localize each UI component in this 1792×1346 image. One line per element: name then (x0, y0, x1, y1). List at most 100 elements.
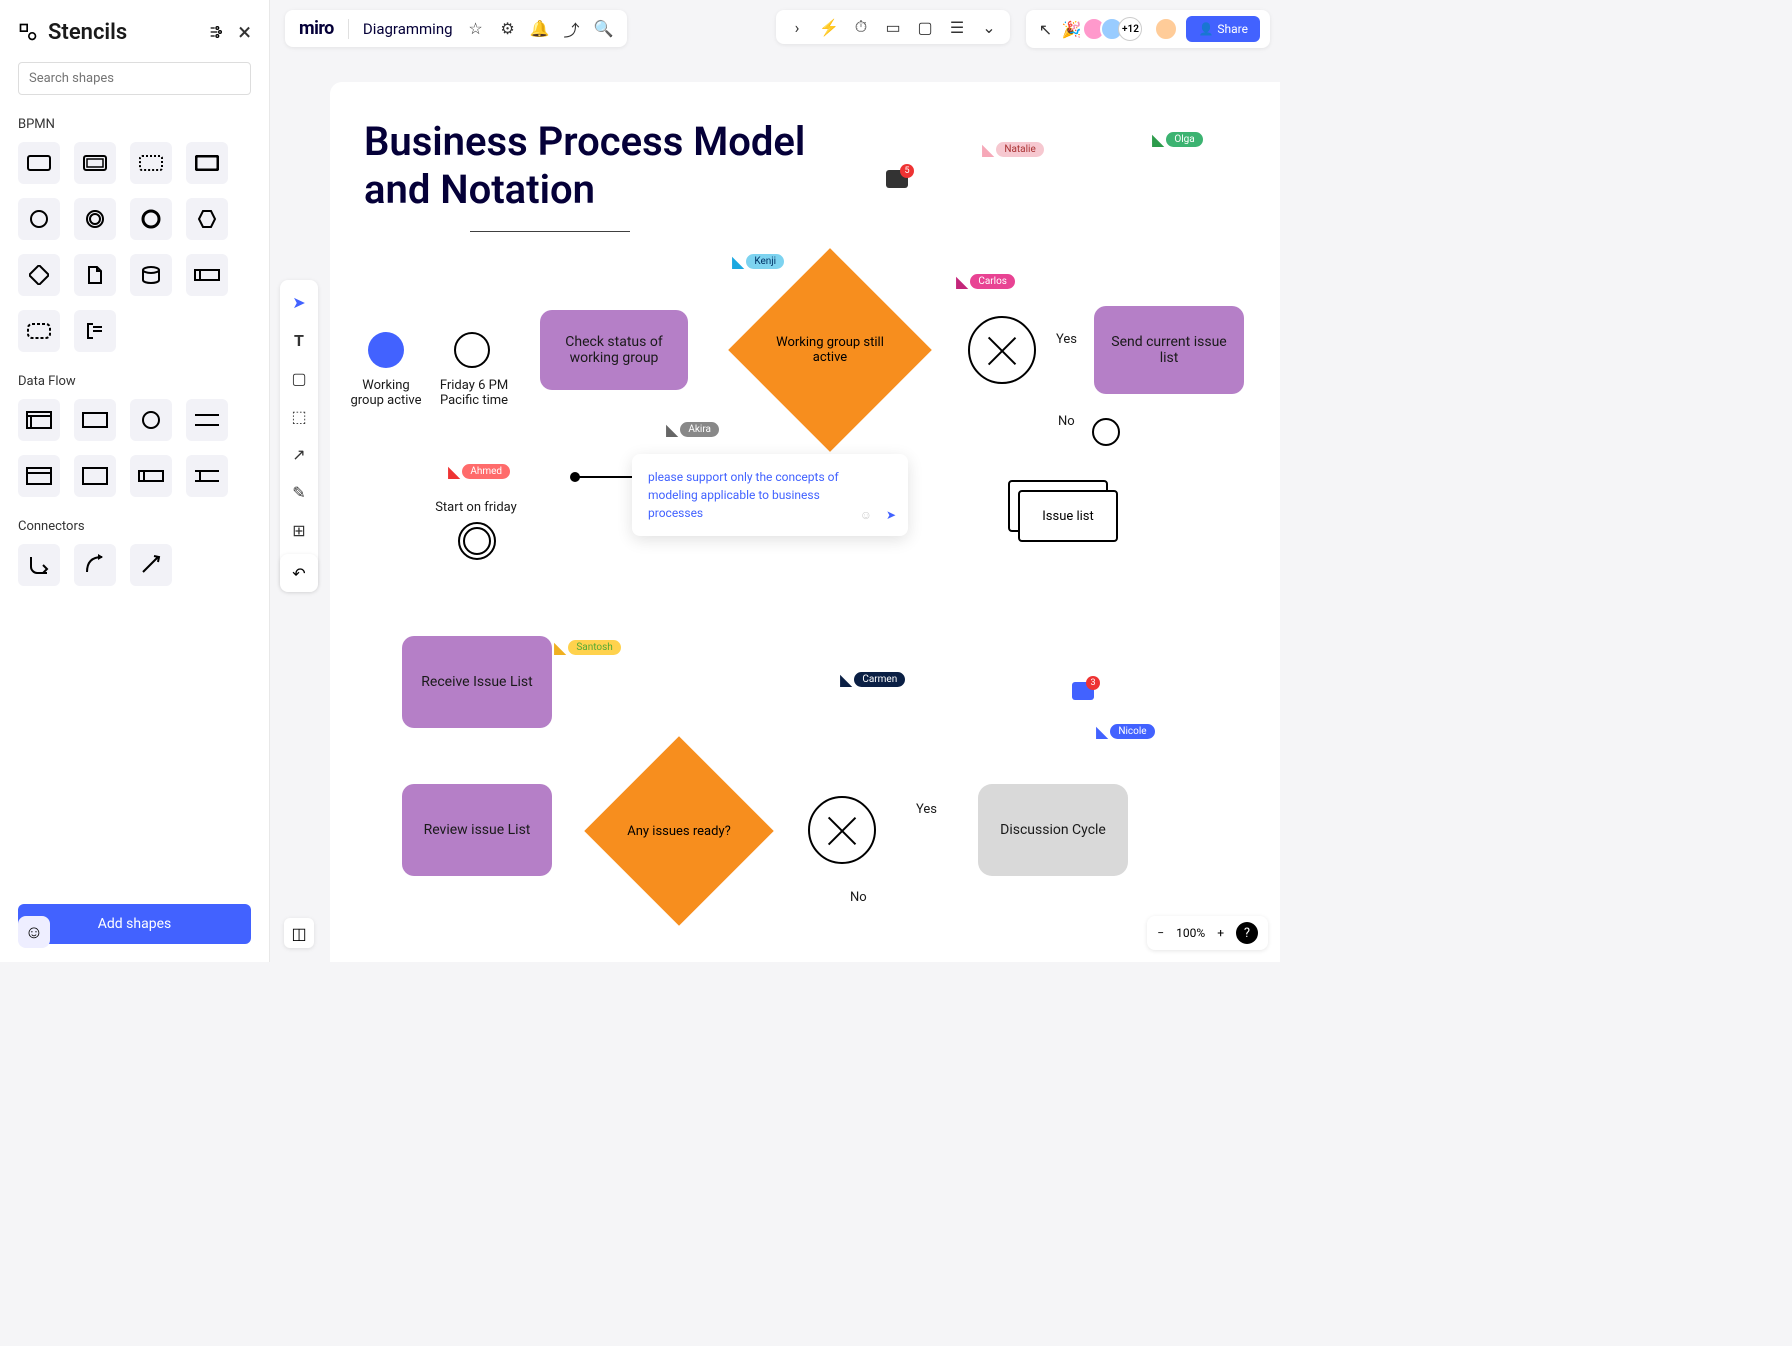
shape-df5[interactable] (18, 455, 60, 497)
gateway-1[interactable] (968, 316, 1036, 384)
frame-tool[interactable]: ⊞ (287, 518, 311, 542)
any-issues-decision[interactable]: Any issues ready? (612, 764, 746, 898)
chevron-right-icon[interactable]: › (788, 18, 806, 36)
gear-icon[interactable]: ⚙ (499, 20, 517, 38)
undo-button[interactable]: ↶ (280, 554, 318, 592)
user-kenji: ◣Kenji (732, 252, 784, 271)
frames-panel-button[interactable]: ◫ (284, 918, 314, 948)
shape-df3[interactable] (130, 399, 172, 441)
working-active-decision[interactable]: Working group still active (758, 278, 902, 422)
shape-data-store[interactable] (130, 254, 172, 296)
shape-df7[interactable] (130, 455, 172, 497)
connector-shapes (18, 544, 251, 586)
shape-df6[interactable] (74, 455, 116, 497)
shape-tool[interactable]: ⬚ (287, 404, 311, 428)
shape-group[interactable] (18, 310, 60, 352)
shape-gateway[interactable] (18, 254, 60, 296)
sidebar-header: Stencils × (18, 18, 251, 46)
sticky-tool[interactable]: ▢ (287, 366, 311, 390)
issue-list-data[interactable]: Issue list (1008, 480, 1118, 542)
text-tool[interactable]: T (287, 328, 311, 352)
slideshow-icon[interactable]: ▢ (916, 18, 934, 36)
shape-intermediate-event[interactable] (74, 198, 116, 240)
chat-badge-1[interactable]: 5 (886, 170, 908, 188)
timer-event[interactable] (454, 332, 490, 368)
zoom-level[interactable]: 100% (1176, 926, 1205, 940)
select-tool[interactable]: ➤ (287, 290, 311, 314)
settings-icon[interactable] (208, 24, 224, 40)
emoji-icon[interactable]: ☺ (860, 506, 872, 524)
check-status-task[interactable]: Check status of working group (540, 310, 688, 390)
search-icon[interactable]: 🔍 (595, 20, 613, 38)
close-icon[interactable]: × (238, 18, 251, 46)
avatar-self[interactable] (1154, 17, 1178, 41)
shape-df2[interactable] (74, 399, 116, 441)
stencils-sidebar: Stencils × BPMN Data Flow Connector (0, 0, 270, 962)
add-shapes-button[interactable]: Add shapes (18, 904, 251, 944)
shape-pool[interactable] (186, 254, 228, 296)
sidebar-footer: Add shapes (18, 904, 251, 944)
shape-annotation[interactable] (74, 310, 116, 352)
present-icon[interactable]: ▭ (884, 18, 902, 36)
shape-gateway-hex[interactable] (186, 198, 228, 240)
timer-icon[interactable]: ⏱ (852, 18, 870, 36)
shape-conn-curve[interactable] (74, 544, 116, 586)
comment-card[interactable]: please support only the concepts of mode… (632, 454, 908, 536)
start-friday-label: Start on friday (426, 500, 526, 515)
chat-badge-2[interactable]: 3 (1072, 682, 1094, 700)
notes-icon[interactable]: ☰ (948, 18, 966, 36)
start-event[interactable] (368, 332, 404, 368)
no-label-1: No (1058, 414, 1075, 429)
user-carlos: ◣Carlos (956, 272, 1015, 291)
discussion-task[interactable]: Discussion Cycle (978, 784, 1128, 876)
send-issue-task[interactable]: Send current issue list (1094, 306, 1244, 394)
zoom-in[interactable]: + (1217, 926, 1224, 940)
send-icon[interactable]: ➤ (886, 506, 896, 524)
user-akira: ◣Akira (666, 420, 719, 439)
star-icon[interactable]: ☆ (467, 20, 485, 38)
shape-conn-elbow[interactable] (18, 544, 60, 586)
shape-event-sub[interactable] (130, 142, 172, 184)
search-input[interactable] (18, 62, 251, 95)
export-icon[interactable]: ⤴ (563, 20, 581, 38)
share-button[interactable]: 👤 Share (1186, 16, 1260, 42)
pen-tool[interactable]: ✎ (287, 480, 311, 504)
help-icon[interactable]: ☺ (18, 916, 50, 948)
user-carmen: ◣Carmen (840, 670, 905, 689)
receive-issue-task[interactable]: Receive Issue List (402, 636, 552, 728)
user-olga: ◣Olga (1152, 130, 1203, 149)
collab-bar: ↖ 🎉 +12 👤 Share (1026, 10, 1270, 48)
bpmn-shapes (18, 142, 251, 352)
review-issue-task[interactable]: Review issue List (402, 784, 552, 876)
board-title[interactable]: Diagramming (363, 20, 453, 38)
shape-data-object[interactable] (74, 254, 116, 296)
arrow-tool[interactable]: ↗ (287, 442, 311, 466)
canvas[interactable]: Business Process Modeland Notation (330, 82, 1280, 962)
shape-df8[interactable] (186, 455, 228, 497)
yes-label-1: Yes (1056, 332, 1077, 347)
shapes-icon (18, 22, 38, 42)
end-event-no[interactable] (1092, 418, 1120, 446)
help-button[interactable]: ? (1236, 922, 1258, 944)
user-natalie: ◣Natalie (982, 140, 1044, 159)
shape-df1[interactable] (18, 399, 60, 441)
dataflow-shapes (18, 399, 251, 497)
gateway-2[interactable] (808, 796, 876, 864)
timer-friday-inner (463, 527, 491, 555)
shape-conn-line[interactable] (130, 544, 172, 586)
shape-df4[interactable] (186, 399, 228, 441)
shape-task[interactable] (18, 142, 60, 184)
more-icon[interactable]: ⌄ (980, 18, 998, 36)
shape-start-event[interactable] (18, 198, 60, 240)
tool-dock: ➤ T ▢ ⬚ ↗ ✎ ⊞ » (280, 280, 318, 590)
bolt-icon[interactable]: ⚡ (820, 18, 838, 36)
cursor-icon[interactable]: ↖ (1036, 20, 1054, 38)
shape-transaction[interactable] (74, 142, 116, 184)
shape-end-event[interactable] (130, 198, 172, 240)
miro-logo[interactable]: miro (299, 18, 334, 39)
reactions-icon[interactable]: 🎉 (1062, 20, 1080, 38)
zoom-out[interactable]: − (1157, 926, 1164, 940)
shape-call-activity[interactable] (186, 142, 228, 184)
bell-icon[interactable]: 🔔 (531, 20, 549, 38)
avatar-count[interactable]: +12 (1118, 17, 1142, 41)
